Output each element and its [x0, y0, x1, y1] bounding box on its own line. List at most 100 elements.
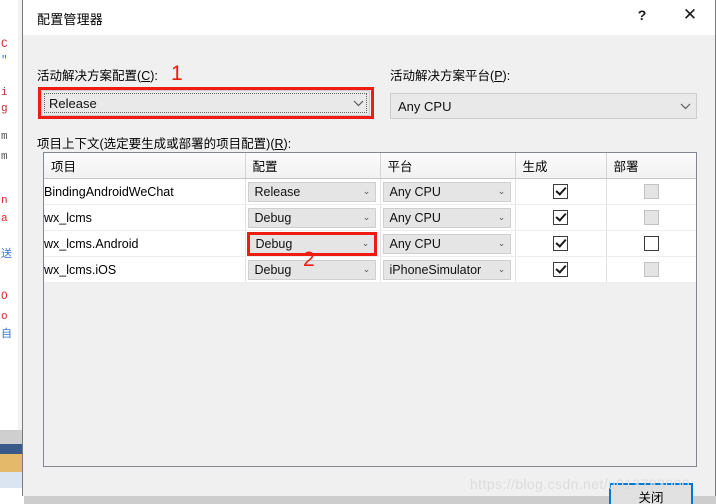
ide-panel-strip: [0, 430, 24, 444]
code-fragment: m: [1, 131, 8, 143]
chevron-down-icon[interactable]: [674, 103, 696, 110]
build-checkbox[interactable]: [553, 184, 568, 200]
row-configuration-value: Debug: [254, 210, 292, 225]
row-configuration-combobox[interactable]: Debug ⌄: [247, 259, 376, 280]
column-header-platform[interactable]: 平台: [380, 153, 516, 179]
code-fragment: m: [1, 151, 8, 163]
chevron-down-icon[interactable]: ⌄: [359, 186, 375, 197]
code-fragment: g: [1, 103, 8, 115]
cell-configuration: Debug ⌄: [245, 230, 381, 257]
dialog-body: 活动解决方案配置(C): Release 1 活动解决方案平台(P): Any …: [23, 35, 715, 504]
deploy-checkbox: [643, 184, 659, 200]
cell-build: [515, 230, 607, 257]
row-platform-value: Any CPU: [389, 236, 441, 251]
cell-configuration: Release ⌄: [245, 178, 381, 205]
help-icon[interactable]: ?: [621, 0, 663, 30]
active-solution-platform-combobox[interactable]: Any CPU: [390, 93, 697, 119]
cell-project-name: wx_lcms.iOS: [44, 256, 246, 283]
deploy-checkbox: [643, 262, 659, 278]
ide-panel-strip: [0, 454, 24, 472]
cell-deploy: [606, 230, 696, 257]
row-platform-combobox[interactable]: Any CPU ⌄: [382, 233, 511, 254]
label-text: 活动解决方案配置: [37, 69, 138, 83]
table-row[interactable]: wx_lcms Debug ⌄ Any CPU ⌄: [44, 204, 696, 231]
cell-platform: iPhoneSimulator ⌄: [380, 256, 516, 283]
cell-deploy: [606, 204, 696, 231]
row-configuration-value: Debug: [254, 262, 292, 277]
column-header-configuration[interactable]: 配置: [245, 153, 381, 179]
cell-build: [515, 256, 607, 283]
ide-panel-strip: [0, 488, 24, 504]
column-header-build[interactable]: 生成: [515, 153, 607, 179]
chevron-down-icon[interactable]: [347, 100, 369, 107]
active-solution-configuration-combobox[interactable]: Release: [41, 90, 370, 116]
build-checkbox[interactable]: [553, 210, 568, 226]
code-fragment: o: [1, 311, 8, 323]
close-icon[interactable]: ✕: [669, 0, 711, 30]
code-fragment: O: [1, 291, 8, 303]
cell-project-name: wx_lcms: [44, 204, 246, 231]
background-code-editor: C " i g m m n a 送 O o 自: [0, 0, 24, 504]
table-row[interactable]: wx_lcms.iOS Debug ⌄ iPhoneSimulator ⌄: [44, 256, 696, 283]
row-platform-combobox[interactable]: Any CPU ⌄: [382, 181, 511, 202]
row-configuration-combobox[interactable]: Release ⌄: [247, 181, 376, 202]
chevron-down-icon[interactable]: ⌄: [359, 264, 375, 275]
row-configuration-combobox[interactable]: Debug ⌄: [246, 231, 377, 256]
cell-deploy: [606, 178, 696, 205]
label-suffix: :: [154, 69, 158, 83]
chevron-down-icon[interactable]: ⌄: [494, 264, 510, 275]
chevron-down-icon[interactable]: ⌄: [494, 212, 510, 223]
code-fragment: a: [1, 213, 8, 225]
grid-empty-area: [44, 283, 696, 466]
screen-root: C " i g m m n a 送 O o 自 配置管理器 ? ✕ 活动解决方案…: [0, 0, 716, 504]
label-text: 活动解决方案平台: [390, 69, 491, 83]
table-header-row: 项目 配置 平台 生成 部署: [44, 153, 696, 179]
row-platform-value: Any CPU: [389, 184, 441, 199]
dialog-titlebar: 配置管理器 ? ✕: [23, 0, 715, 35]
cell-deploy: [606, 256, 696, 283]
row-platform-combobox[interactable]: iPhoneSimulator ⌄: [382, 259, 511, 280]
project-contexts-grid[interactable]: 项目 配置 平台 生成 部署 BindingAndroidWeChat Rele…: [43, 152, 697, 467]
close-button[interactable]: 关闭: [609, 483, 693, 504]
build-checkbox[interactable]: [553, 236, 568, 252]
chevron-down-icon[interactable]: ⌄: [494, 238, 510, 249]
code-fragment: n: [1, 195, 8, 207]
table-body: BindingAndroidWeChat Release ⌄ Any CPU ⌄…: [44, 178, 696, 283]
row-platform-value: iPhoneSimulator: [389, 262, 482, 277]
code-fragment: ": [1, 55, 8, 67]
cell-configuration: Debug ⌄: [245, 256, 381, 283]
cell-build: [515, 204, 607, 231]
active-solution-platform-value: Any CPU: [398, 98, 452, 114]
active-solution-configuration-value: Release: [49, 95, 97, 111]
project-contexts-table: 项目 配置 平台 生成 部署 BindingAndroidWeChat Rele…: [44, 153, 696, 283]
build-checkbox[interactable]: [553, 262, 568, 278]
chevron-down-icon[interactable]: ⌄: [359, 212, 375, 223]
label-text: 项目上下文(选定要生成或部署的项目配置): [37, 137, 271, 151]
chevron-down-icon[interactable]: ⌄: [494, 186, 510, 197]
column-header-project[interactable]: 项目: [44, 153, 246, 179]
chevron-down-icon[interactable]: ⌄: [358, 238, 374, 249]
code-fragment: 自: [1, 329, 12, 341]
dialog-title: 配置管理器: [37, 12, 104, 27]
configuration-manager-dialog: 配置管理器 ? ✕ 活动解决方案配置(C): Release 1 活动解决方案平…: [22, 0, 716, 504]
chevron-down-glyph: [680, 103, 690, 109]
cell-configuration: Debug ⌄: [245, 204, 381, 231]
project-contexts-label: 项目上下文(选定要生成或部署的项目配置)(R):: [37, 137, 292, 151]
code-fragment: i: [1, 87, 8, 99]
row-configuration-value: Release: [254, 184, 301, 199]
cell-platform: Any CPU ⌄: [380, 178, 516, 205]
ide-panel-strip: [0, 444, 24, 454]
column-header-deploy[interactable]: 部署: [606, 153, 696, 179]
table-row[interactable]: wx_lcms.Android Debug ⌄ Any CPU ⌄: [44, 230, 696, 257]
cell-project-name: BindingAndroidWeChat: [44, 178, 246, 205]
label-suffix: :: [506, 69, 511, 83]
active-solution-platform-label: 活动解决方案平台(P):: [390, 69, 511, 83]
table-row[interactable]: BindingAndroidWeChat Release ⌄ Any CPU ⌄: [44, 178, 696, 205]
code-fragment: C: [1, 39, 8, 51]
row-configuration-value: Debug: [255, 236, 293, 251]
chevron-down-glyph: [353, 100, 363, 106]
deploy-checkbox[interactable]: [643, 236, 659, 252]
row-platform-combobox[interactable]: Any CPU ⌄: [382, 207, 511, 228]
row-configuration-combobox[interactable]: Debug ⌄: [247, 207, 376, 228]
annotation-number-1: 1: [171, 62, 183, 85]
